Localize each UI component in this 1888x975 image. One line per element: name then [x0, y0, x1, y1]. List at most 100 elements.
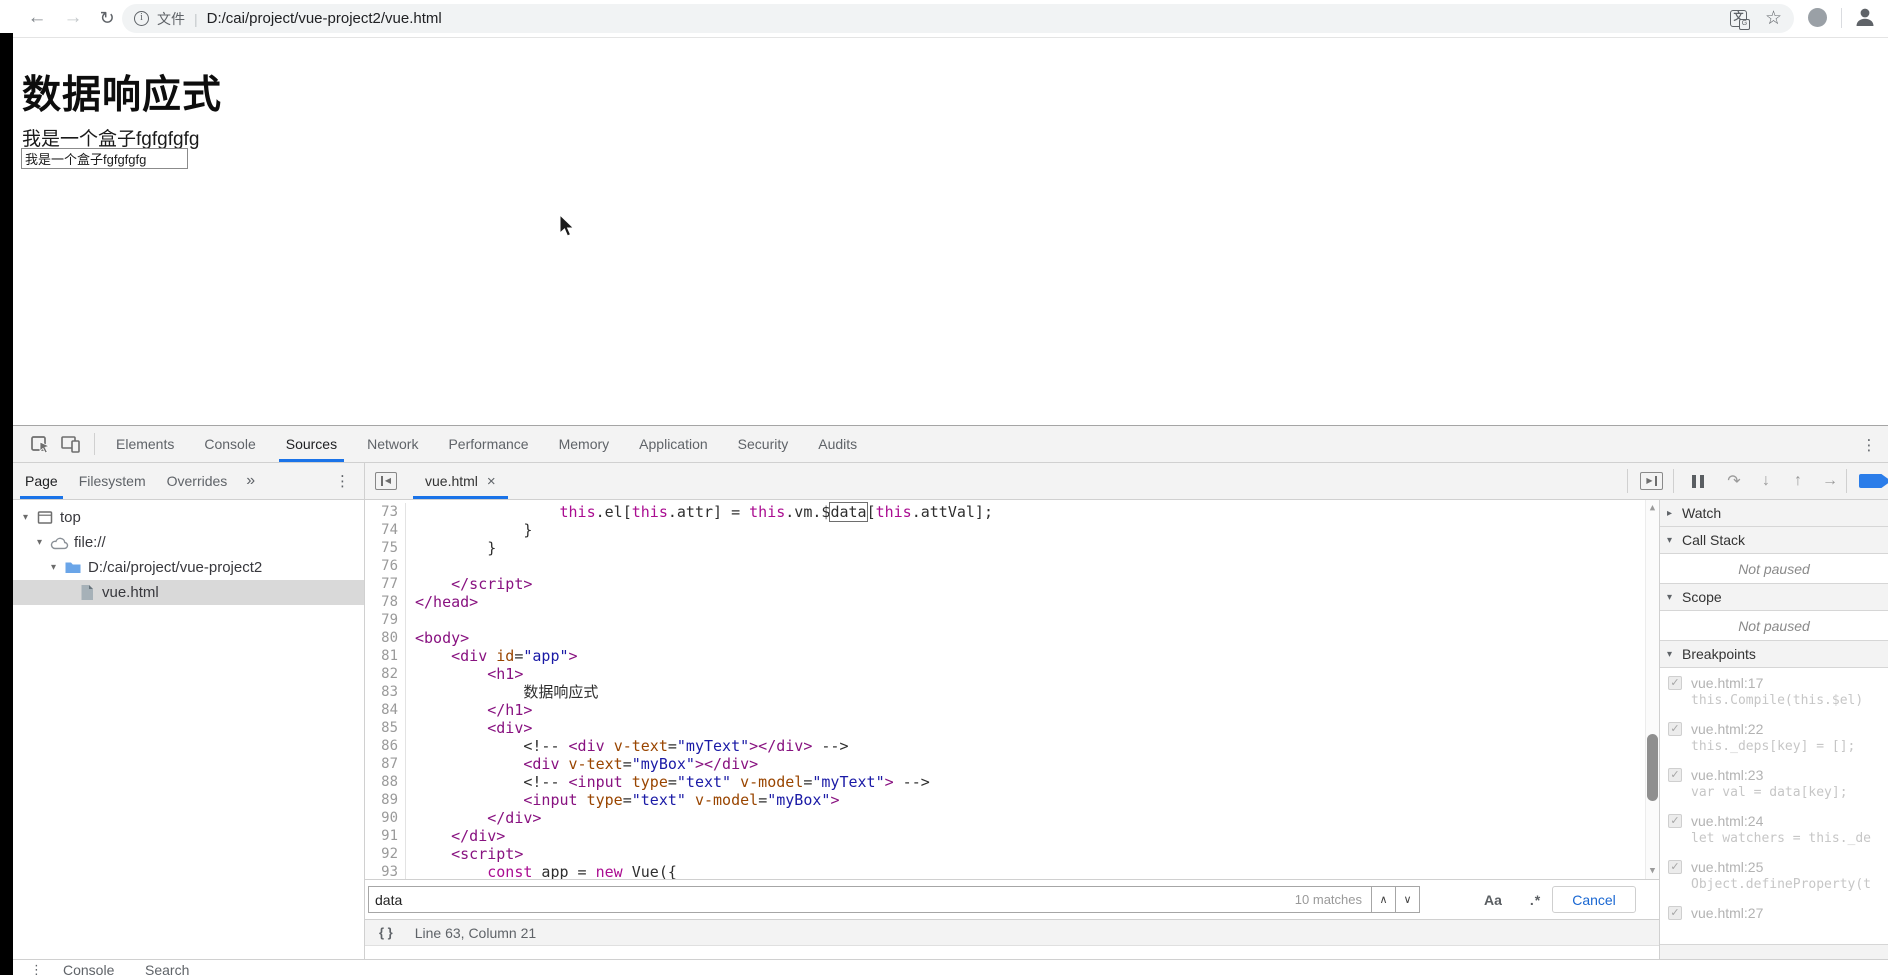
line-number[interactable]: 81: [365, 647, 406, 665]
line-number[interactable]: 92: [365, 845, 406, 863]
line-number[interactable]: 89: [365, 791, 406, 809]
expand-arrow-icon[interactable]: ▾: [47, 562, 60, 573]
tab-audits[interactable]: Audits: [805, 426, 870, 462]
code-line[interactable]: 80 <body>: [365, 629, 1659, 647]
line-number[interactable]: 75: [365, 539, 406, 557]
line-number[interactable]: 85: [365, 719, 406, 737]
deactivate-breakpoints-icon[interactable]: [1859, 474, 1888, 488]
drawer-menu-icon[interactable]: ⋮: [30, 962, 43, 975]
code-line[interactable]: 93 const app = new Vue({: [365, 863, 1659, 879]
expand-arrow-icon[interactable]: ▾: [33, 537, 46, 548]
code-line[interactable]: 77 </script>: [365, 575, 1659, 593]
search-input[interactable]: [369, 887, 1286, 912]
breakpoint-checkbox-icon[interactable]: ✓: [1668, 906, 1682, 920]
match-case-button[interactable]: Aa: [1484, 892, 1502, 908]
drawer-tab-console[interactable]: Console: [63, 962, 114, 975]
more-tabs-icon[interactable]: »: [246, 472, 255, 490]
inspect-icon[interactable]: [28, 431, 54, 457]
line-number[interactable]: 76: [365, 557, 406, 575]
code-line[interactable]: 73 this.el[this.attr] = this.vm.$data[th…: [365, 502, 1659, 522]
scrollbar-thumb[interactable]: [1647, 734, 1658, 801]
tree-item-file-[interactable]: ▾ file://: [13, 530, 364, 555]
url-text[interactable]: D:/cai/project/vue-project2/vue.html: [207, 10, 442, 27]
tab-security[interactable]: Security: [725, 426, 802, 462]
code-line[interactable]: 85 <div>: [365, 719, 1659, 737]
line-number[interactable]: 93: [365, 863, 406, 879]
code-line[interactable]: 79: [365, 611, 1659, 629]
code-line[interactable]: 90 </div>: [365, 809, 1659, 827]
line-number[interactable]: 77: [365, 575, 406, 593]
scroll-down-icon[interactable]: ▼: [1646, 866, 1659, 876]
search-field[interactable]: 10 matches ∧ ∨: [368, 886, 1420, 913]
tab-performance[interactable]: Performance: [435, 426, 541, 462]
line-number[interactable]: 87: [365, 755, 406, 773]
line-number[interactable]: 82: [365, 665, 406, 683]
tab-close-icon[interactable]: ×: [487, 473, 496, 490]
line-number[interactable]: 86: [365, 737, 406, 755]
device-toolbar-icon[interactable]: [58, 431, 84, 457]
breakpoint-item[interactable]: ✓ vue.html:24 let watchers = this._de: [1660, 806, 1888, 852]
avatar-circle[interactable]: [1808, 8, 1827, 27]
breakpoint-checkbox-icon[interactable]: ✓: [1668, 860, 1682, 874]
editor-scrollbar[interactable]: ▲ ▼: [1645, 500, 1659, 879]
line-number[interactable]: 88: [365, 773, 406, 791]
address-bar[interactable]: i 文件 | D:/cai/project/vue-project2/vue.h…: [122, 4, 1794, 33]
tab-memory[interactable]: Memory: [546, 426, 623, 462]
navigator-tab-filesystem[interactable]: Filesystem: [70, 463, 155, 499]
breakpoint-checkbox-icon[interactable]: ✓: [1668, 768, 1682, 782]
step-into-icon[interactable]: ↓: [1750, 472, 1782, 490]
navigator-menu-icon[interactable]: ⋮: [335, 463, 350, 499]
mybox-input[interactable]: [21, 148, 188, 169]
breakpoint-item[interactable]: ✓ vue.html:17 this.Compile(this.$el): [1660, 668, 1888, 714]
line-number[interactable]: 83: [365, 683, 406, 701]
code-line[interactable]: 88 <!-- <input type="text" v-model="myTe…: [365, 773, 1659, 791]
debugger-sidebar-toggle-icon[interactable]: ▶: [1640, 472, 1663, 490]
breakpoint-item[interactable]: ✓ vue.html:23 var val = data[key];: [1660, 760, 1888, 806]
format-icon[interactable]: { }: [379, 925, 393, 940]
line-number[interactable]: 73: [365, 503, 406, 521]
tree-item-d-cai-project-vue-project2[interactable]: ▾ D:/cai/project/vue-project2: [13, 555, 364, 580]
cancel-button[interactable]: Cancel: [1552, 886, 1636, 913]
search-next-icon[interactable]: ∨: [1395, 887, 1419, 912]
line-number[interactable]: 80: [365, 629, 406, 647]
search-prev-icon[interactable]: ∧: [1371, 887, 1395, 912]
reload-icon[interactable]: ↻: [92, 3, 122, 33]
navigator-tab-overrides[interactable]: Overrides: [158, 463, 237, 499]
line-number[interactable]: 84: [365, 701, 406, 719]
tab-network[interactable]: Network: [354, 426, 431, 462]
line-number[interactable]: 74: [365, 521, 406, 539]
section-scope[interactable]: ▾ Scope: [1660, 584, 1888, 611]
back-icon[interactable]: ←: [22, 3, 52, 33]
line-number[interactable]: 91: [365, 827, 406, 845]
tree-item-top[interactable]: ▾ top: [13, 505, 364, 530]
code-line[interactable]: 84 </h1>: [365, 701, 1659, 719]
navigator-tab-page[interactable]: Page: [16, 463, 67, 499]
translate-icon[interactable]: 文 G: [1729, 10, 1750, 30]
code-line[interactable]: 91 </div>: [365, 827, 1659, 845]
section-call-stack[interactable]: ▾ Call Stack: [1660, 527, 1888, 554]
tab-sources[interactable]: Sources: [273, 426, 350, 462]
section-breakpoints[interactable]: ▾ Breakpoints: [1660, 641, 1888, 668]
code-line[interactable]: 86 <!-- <div v-text="myText"></div> -->: [365, 737, 1659, 755]
breakpoint-checkbox-icon[interactable]: ✓: [1668, 722, 1682, 736]
breakpoint-checkbox-icon[interactable]: ✓: [1668, 676, 1682, 690]
code-line[interactable]: 82 <h1>: [365, 665, 1659, 683]
code-line[interactable]: 81 <div id="app">: [365, 647, 1659, 665]
expand-arrow-icon[interactable]: ▾: [19, 512, 32, 523]
code-line[interactable]: 75 }: [365, 539, 1659, 557]
regex-button[interactable]: .*: [1530, 892, 1541, 908]
code-line[interactable]: 76: [365, 557, 1659, 575]
tree-item-vue-html[interactable]: vue.html: [13, 580, 364, 605]
breakpoint-item[interactable]: ✓ vue.html:27: [1660, 898, 1888, 944]
tab-elements[interactable]: Elements: [103, 426, 187, 462]
breakpoint-item[interactable]: ✓ vue.html:25 Object.defineProperty(t: [1660, 852, 1888, 898]
breakpoint-checkbox-icon[interactable]: ✓: [1668, 814, 1682, 828]
drawer-tab-search[interactable]: Search: [145, 962, 189, 975]
profile-icon[interactable]: [1853, 5, 1877, 34]
section-watch[interactable]: ▸ Watch: [1660, 500, 1888, 527]
tab-console[interactable]: Console: [191, 426, 268, 462]
code-line[interactable]: 89 <input type="text" v-model="myBox">: [365, 791, 1659, 809]
scroll-up-icon[interactable]: ▲: [1646, 503, 1659, 513]
bookmark-star-icon[interactable]: ☆: [1765, 7, 1782, 30]
code-line[interactable]: 87 <div v-text="myBox"></div>: [365, 755, 1659, 773]
